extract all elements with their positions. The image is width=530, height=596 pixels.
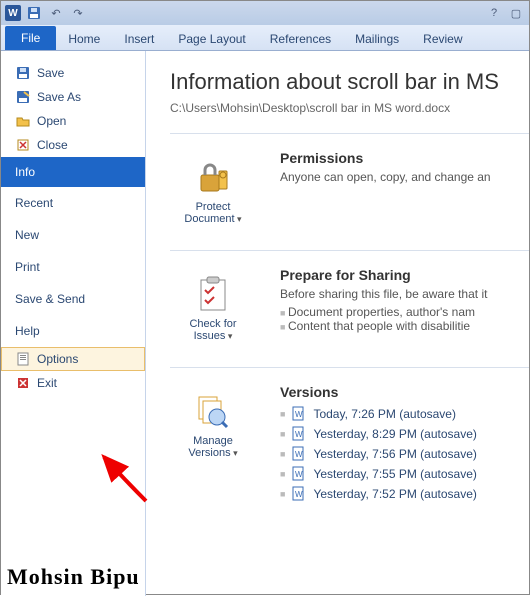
section-text: Anyone can open, copy, and change an <box>280 170 491 184</box>
sidebar-recent[interactable]: Recent <box>1 187 145 219</box>
sidebar-new[interactable]: New <box>1 219 145 251</box>
tab-review[interactable]: Review <box>411 27 474 50</box>
version-label: Yesterday, 7:56 PM (autosave) <box>313 447 476 461</box>
ribbon-tabs: File Home Insert Page Layout References … <box>1 25 529 51</box>
open-icon <box>15 113 31 129</box>
quick-access-toolbar: W ↶ ↷ ? ▢ <box>1 1 529 25</box>
document-icon: W <box>291 486 307 502</box>
sidebar-save-as[interactable]: Save As <box>1 85 145 109</box>
version-item[interactable]: W Today, 7:26 PM (autosave) <box>280 404 477 424</box>
sidebar-label: Recent <box>15 196 53 210</box>
save-as-icon <box>15 89 31 105</box>
manage-versions-button[interactable]: Manage Versions <box>170 384 256 504</box>
backstage: Save Save As Open Close Info Recent New … <box>1 51 529 596</box>
sidebar-help[interactable]: Help <box>1 315 145 347</box>
version-label: Yesterday, 8:29 PM (autosave) <box>313 427 476 441</box>
options-icon <box>15 351 31 367</box>
check-issues-button[interactable]: Check for Issues <box>170 267 256 349</box>
restore-icon[interactable]: ▢ <box>507 4 525 22</box>
sharing-section: Check for Issues Prepare for Sharing Bef… <box>170 250 529 367</box>
sidebar-label: Options <box>37 352 78 366</box>
sidebar-exit[interactable]: Exit <box>1 371 145 395</box>
section-heading: Permissions <box>280 150 491 166</box>
word-app-icon: W <box>5 5 21 21</box>
version-item[interactable]: W Yesterday, 7:56 PM (autosave) <box>280 444 477 464</box>
version-item[interactable]: W Yesterday, 7:52 PM (autosave) <box>280 484 477 504</box>
tab-page-layout[interactable]: Page Layout <box>166 27 257 50</box>
versions-icon <box>193 391 233 431</box>
sidebar-label: Save <box>37 66 64 80</box>
document-icon: W <box>291 406 307 422</box>
lock-icon <box>193 157 233 197</box>
section-heading: Prepare for Sharing <box>280 267 487 283</box>
checklist-icon <box>193 274 233 314</box>
exit-icon <box>15 375 31 391</box>
sidebar-open[interactable]: Open <box>1 109 145 133</box>
info-panel: Information about scroll bar in MS C:\Us… <box>146 51 529 596</box>
version-item[interactable]: W Yesterday, 7:55 PM (autosave) <box>280 464 477 484</box>
svg-text:W: W <box>295 430 303 439</box>
sidebar-options[interactable]: Options <box>1 347 145 371</box>
sidebar-label: Close <box>37 138 68 152</box>
sidebar-label: Info <box>15 165 35 179</box>
protect-document-button[interactable]: Protect Document <box>170 150 256 232</box>
sidebar-label: Save & Send <box>15 292 85 306</box>
sidebar-save-send[interactable]: Save & Send <box>1 283 145 315</box>
version-label: Today, 7:26 PM (autosave) <box>313 407 456 421</box>
redo-icon[interactable]: ↷ <box>69 4 87 22</box>
svg-text:W: W <box>295 410 303 419</box>
button-label: Manage Versions <box>173 435 253 459</box>
document-icon: W <box>291 426 307 442</box>
watermark-text: Mohsin Bipu <box>7 564 140 590</box>
sidebar-save[interactable]: Save <box>1 61 145 85</box>
section-text: Before sharing this file, be aware that … <box>280 287 487 301</box>
sidebar-label: Help <box>15 324 40 338</box>
backstage-sidebar: Save Save As Open Close Info Recent New … <box>1 51 146 596</box>
sidebar-print[interactable]: Print <box>1 251 145 283</box>
svg-text:W: W <box>295 470 303 479</box>
share-bullet: Document properties, author's nam <box>280 305 487 319</box>
sidebar-label: Print <box>15 260 40 274</box>
sidebar-label: Open <box>37 114 66 128</box>
sidebar-label: Exit <box>37 376 57 390</box>
document-path: C:\Users\Mohsin\Desktop\scroll bar in MS… <box>170 101 529 115</box>
close-icon <box>15 137 31 153</box>
svg-text:W: W <box>295 450 303 459</box>
button-label: Protect Document <box>173 201 253 225</box>
save-icon <box>15 65 31 81</box>
button-label: Check for Issues <box>173 318 253 342</box>
document-icon: W <box>291 446 307 462</box>
sidebar-label: Save As <box>37 90 81 104</box>
section-heading: Versions <box>280 384 477 400</box>
version-label: Yesterday, 7:52 PM (autosave) <box>313 487 476 501</box>
undo-icon[interactable]: ↶ <box>47 4 65 22</box>
sidebar-info[interactable]: Info <box>1 157 145 187</box>
tab-mailings[interactable]: Mailings <box>343 27 411 50</box>
tab-references[interactable]: References <box>258 27 343 50</box>
tab-home[interactable]: Home <box>56 27 112 50</box>
permissions-section: Protect Document Permissions Anyone can … <box>170 133 529 250</box>
document-icon: W <box>291 466 307 482</box>
tab-insert[interactable]: Insert <box>112 27 166 50</box>
version-label: Yesterday, 7:55 PM (autosave) <box>313 467 476 481</box>
version-item[interactable]: W Yesterday, 8:29 PM (autosave) <box>280 424 477 444</box>
tab-file[interactable]: File <box>5 26 56 50</box>
page-title: Information about scroll bar in MS <box>170 69 529 95</box>
sidebar-label: New <box>15 228 39 242</box>
save-qat-icon[interactable] <box>25 4 43 22</box>
share-bullet: Content that people with disabilitie <box>280 319 487 333</box>
version-list: W Today, 7:26 PM (autosave) W Yesterday, 8… <box>280 404 477 504</box>
versions-section: Manage Versions Versions W Today, 7:26 PM… <box>170 367 529 522</box>
sidebar-close[interactable]: Close <box>1 133 145 157</box>
svg-text:W: W <box>295 490 303 499</box>
help-icon[interactable]: ? <box>485 4 503 22</box>
